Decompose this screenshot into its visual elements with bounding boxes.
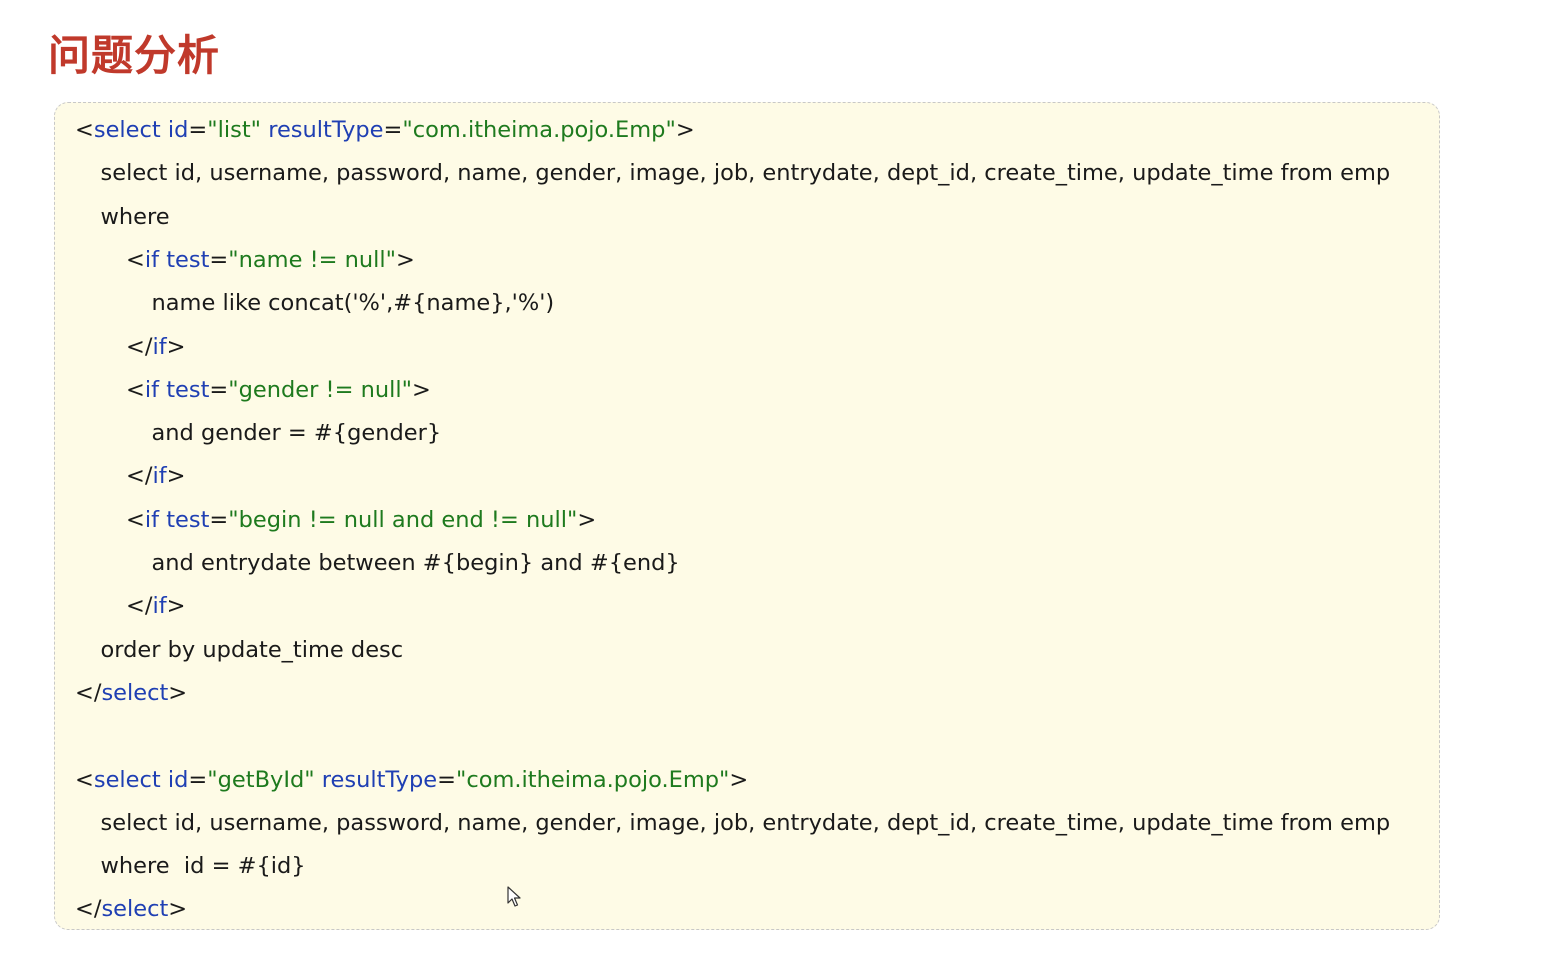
code-token-plain: > (166, 593, 186, 620)
code-block: <select id="list" resultType="com.itheim… (54, 102, 1440, 930)
code-token-plain: = (209, 506, 229, 533)
code-token-plain: < (75, 117, 94, 143)
code-token-attr: id (167, 766, 189, 793)
code-token-plain: select id, username, password, name, gen… (100, 160, 1391, 187)
code-token-attr: id (167, 117, 189, 143)
code-token-plain: </ (126, 463, 153, 490)
code-token-attr: test (166, 246, 210, 273)
code-token-tag: if (144, 246, 160, 273)
code-token-plain: = (383, 117, 403, 143)
code-line: name like concat('%',#{name},'%') (152, 282, 555, 325)
code-token-plain: = (209, 246, 229, 273)
code-token-tag: if (152, 593, 167, 620)
code-line: <if test="name != null"> (126, 239, 415, 282)
code-line: </if> (126, 326, 185, 369)
page-title: 问题分析 (48, 31, 221, 80)
code-token-attr: test (166, 376, 210, 403)
code-token-value: "com.itheima.pojo.Emp" (455, 766, 730, 793)
code-token-plain: and entrydate between #{begin} and #{end… (151, 550, 680, 576)
code-line: <if test="gender != null"> (126, 369, 431, 412)
code-line: <if test="begin != null and end != null"… (126, 499, 596, 542)
code-token-plain: = (188, 117, 208, 143)
code-token-plain: > (168, 679, 188, 706)
code-line: </select> (75, 888, 187, 931)
code-token-tag: if (152, 333, 167, 360)
code-token-plain: </ (75, 896, 102, 923)
mouse-pointer-icon (507, 886, 521, 907)
code-line: </select> (75, 672, 187, 715)
code-token-value: "getById" (207, 766, 315, 793)
code-token-plain: where id = #{id} (100, 853, 306, 880)
code-token-plain: > (577, 506, 597, 533)
code-token-plain: where (100, 203, 170, 230)
code-token-value: "name != null" (228, 246, 396, 273)
code-token-tag: select (101, 896, 169, 923)
code-token-value: "com.itheima.pojo.Emp" (402, 117, 676, 143)
code-token-plain: </ (126, 333, 153, 360)
code-token-plain: and gender = #{gender} (151, 420, 442, 447)
code-line: select id, username, password, name, gen… (101, 802, 1391, 845)
code-token-tag: select (93, 117, 161, 143)
code-line: </if> (126, 585, 185, 628)
code-token-attr: resultType (321, 766, 438, 793)
code-token-plain: > (729, 766, 749, 793)
code-line: where (101, 196, 170, 239)
code-token-value: "begin != null and end != null" (228, 506, 578, 533)
code-line: </if> (126, 455, 185, 498)
code-line: select id, username, password, name, gen… (101, 152, 1391, 195)
code-token-plain: </ (126, 593, 153, 620)
code-line: <select id="getById" resultType="com.ith… (75, 759, 748, 802)
code-token-plain: > (411, 376, 431, 403)
code-line: and gender = #{gender} (152, 412, 442, 455)
code-token-attr: resultType (268, 117, 384, 143)
code-token-plain: = (437, 766, 456, 793)
code-token-plain: name like concat('%',#{name},'%') (151, 290, 555, 317)
code-token-plain: > (675, 117, 695, 143)
code-token-tag: if (144, 376, 160, 403)
code-line: and entrydate between #{begin} and #{end… (152, 542, 680, 585)
code-token-tag: select (93, 766, 161, 793)
code-token-plain: < (126, 506, 145, 533)
code-token-plain: > (396, 246, 415, 273)
code-token-plain: > (166, 463, 186, 490)
code-token-plain: > (168, 896, 188, 923)
code-token-plain: order by update_time desc (100, 636, 404, 663)
code-token-plain: select id, username, password, name, gen… (100, 809, 1391, 836)
code-line: order by update_time desc (101, 629, 404, 672)
code-token-plain: </ (75, 679, 102, 706)
code-token-plain: = (188, 766, 208, 793)
code-line: where id = #{id} (101, 845, 306, 888)
code-token-plain: < (126, 246, 145, 273)
code-token-plain: > (166, 333, 186, 360)
code-token-tag: select (101, 679, 169, 706)
code-token-plain: = (209, 376, 229, 403)
code-token-plain: < (126, 376, 145, 403)
code-token-value: "list" (207, 117, 262, 143)
code-token-attr: test (166, 506, 210, 533)
code-token-tag: if (152, 463, 167, 490)
code-token-plain: < (75, 766, 94, 793)
code-token-value: "gender != null" (228, 376, 412, 403)
code-token-tag: if (144, 506, 160, 533)
code-line: <select id="list" resultType="com.itheim… (75, 109, 695, 152)
